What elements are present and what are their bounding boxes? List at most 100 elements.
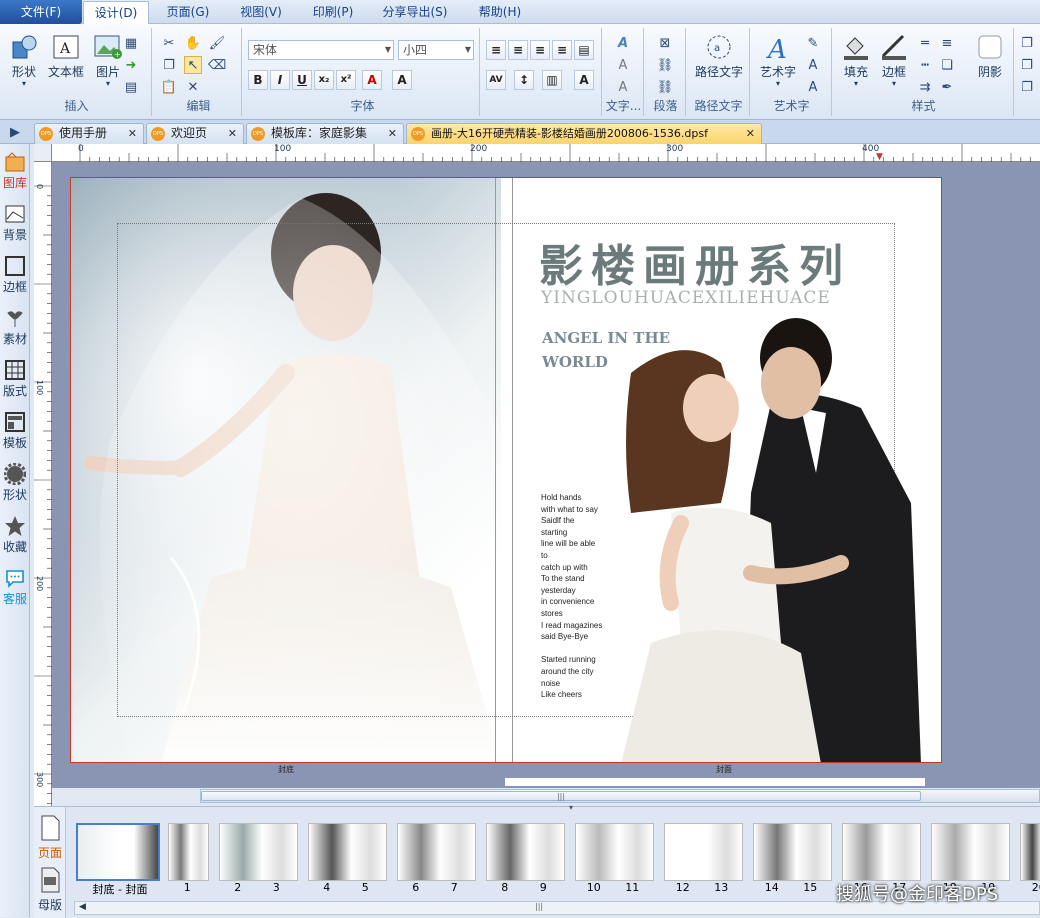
char-spacing-button[interactable]: AV — [486, 70, 506, 90]
more-icon-3[interactable]: ❐ — [1018, 78, 1036, 96]
more-icon-2[interactable]: ❐ — [1018, 56, 1036, 74]
underline-button[interactable]: U — [292, 70, 312, 90]
copy-icon[interactable]: ❐ — [160, 56, 178, 74]
dash-style-icon[interactable]: ┅ — [916, 56, 934, 74]
line-weight-icon[interactable]: ≡ — [938, 34, 956, 52]
subscript-button[interactable]: x₂ — [314, 70, 334, 90]
layer-icon[interactable]: ❏ — [938, 56, 956, 74]
columns-button[interactable]: ▥ — [542, 70, 562, 90]
pen-icon[interactable]: ✒ — [938, 78, 956, 96]
horizontal-scrollbar[interactable]: ||| — [200, 789, 1040, 803]
arttext-button[interactable]: A 艺术字▾ — [756, 32, 800, 96]
grid-icon[interactable]: ▤ — [122, 78, 140, 96]
superscript-button[interactable]: x² — [336, 70, 356, 90]
shadow-button[interactable]: 阴影 — [970, 32, 1010, 96]
sidebar-item-support[interactable]: 客服 — [0, 564, 30, 614]
tab-current-document[interactable]: DPS画册-大16开硬壳精装-影楼结婚画册200806-1536.dpsf✕ — [406, 123, 762, 144]
scrollbar-grip[interactable]: ||| — [535, 902, 543, 911]
textbox-fit-button[interactable]: A — [574, 70, 594, 90]
thumbnail-spread[interactable] — [664, 823, 743, 881]
bold-button[interactable]: B — [248, 70, 268, 90]
cover-spread[interactable]: 影楼画册系列 YINGLOUHUACEXILIEHUACE ANGEL IN T… — [70, 177, 942, 763]
tab-manual[interactable]: DPS使用手册✕ — [34, 123, 144, 144]
collapse-arrow-icon[interactable]: ▾ — [569, 803, 573, 812]
menu-page[interactable]: 页面(G) — [156, 0, 220, 24]
menu-print[interactable]: 印刷(P) — [301, 0, 365, 24]
text-effect-icon[interactable]: A — [614, 78, 632, 96]
thumbnail-spread[interactable] — [219, 823, 298, 881]
thumbnail-cover[interactable] — [76, 823, 160, 881]
arttext-fill-icon[interactable]: A — [804, 56, 822, 74]
font-grow-button[interactable]: A — [392, 70, 412, 90]
unlink-icon[interactable]: ⛓ — [656, 78, 674, 96]
cover-poem[interactable]: Hold handswith what to saySaidlf thestar… — [541, 492, 602, 701]
sidebar-item-shapes[interactable]: 形状 — [0, 460, 30, 510]
thumbnail-spread[interactable] — [931, 823, 1010, 881]
pages-tab-button[interactable]: 页面 — [36, 815, 64, 861]
arttext-edit-icon[interactable]: ✎ — [804, 34, 822, 52]
distribute-button[interactable]: ▤ — [574, 40, 594, 60]
design-canvas[interactable]: 影楼画册系列 YINGLOUHUACEXILIEHUACE ANGEL IN T… — [52, 162, 1040, 788]
eraser-icon[interactable]: ⌫ — [208, 56, 226, 74]
italic-button[interactable]: I — [270, 70, 290, 90]
sidebar-item-background[interactable]: 背景 — [0, 200, 30, 250]
align-center-button[interactable]: ≡ — [508, 40, 528, 60]
select-icon[interactable]: ↖ — [184, 56, 202, 74]
sidebar-item-materials[interactable]: 素材 — [0, 304, 30, 354]
scroll-left-icon[interactable]: ◀ — [79, 902, 86, 912]
line-style-icon[interactable]: ═ — [916, 34, 934, 52]
sidebar-item-favorites[interactable]: 收藏 — [0, 512, 30, 562]
close-icon[interactable]: ✕ — [388, 124, 397, 143]
sidebar-item-library[interactable]: 图库 — [0, 148, 30, 198]
font-family-select[interactable]: 宋体▼ — [248, 40, 394, 60]
thumbnail-spread[interactable] — [168, 823, 209, 881]
panel-toggle-icon[interactable]: ▶ — [6, 123, 24, 141]
menu-share[interactable]: 分享导出(S) — [373, 0, 457, 24]
thumbnail-spread[interactable] — [308, 823, 387, 881]
arttext-shadow-icon[interactable]: A — [804, 78, 822, 96]
close-icon[interactable]: ✕ — [128, 124, 137, 143]
cover-subtitle[interactable]: YINGLOUHUACEXILIEHUACE — [541, 288, 831, 308]
sidebar-item-template[interactable]: 模板 — [0, 408, 30, 458]
shape-button[interactable]: 形状▾ — [4, 32, 44, 96]
arrow-style-icon[interactable]: ⇉ — [916, 78, 934, 96]
font-color-button[interactable]: A — [362, 70, 382, 90]
delete-icon[interactable]: ✕ — [184, 78, 202, 96]
arrow-icon[interactable]: ➜ — [122, 56, 140, 74]
border-button[interactable]: 边框▾ — [874, 32, 914, 96]
fill-button[interactable]: 填充▾ — [836, 32, 876, 96]
text-outline-icon[interactable]: A — [614, 56, 632, 74]
paste-icon[interactable]: 📋 — [160, 78, 178, 96]
thumbnail-spread[interactable] — [397, 823, 476, 881]
menu-view[interactable]: 视图(V) — [229, 0, 293, 24]
textbox-button[interactable]: A 文本框 — [44, 32, 88, 96]
tab-template-library[interactable]: DPS模板库：家庭影集✕ — [246, 123, 404, 144]
master-tab-button[interactable]: 母版 — [36, 867, 64, 913]
scrollbar-thumb[interactable]: ||| — [201, 791, 921, 801]
format-painter-icon[interactable]: 🖌 — [208, 34, 226, 52]
paragraph-icon[interactable]: ⊠ — [656, 34, 674, 52]
tab-welcome[interactable]: DPS欢迎页✕ — [146, 123, 244, 144]
thumbnail-spread[interactable] — [842, 823, 921, 881]
font-size-select[interactable]: 小四▼ — [398, 40, 474, 60]
close-icon[interactable]: ✕ — [746, 124, 755, 143]
menu-design[interactable]: 设计(D) — [83, 1, 149, 25]
align-left-button[interactable]: ≡ — [486, 40, 506, 60]
table-icon[interactable]: ▦ — [122, 34, 140, 52]
ruler-marker-icon[interactable]: ▼ — [876, 152, 883, 162]
couple-photo[interactable] — [601, 313, 921, 763]
align-right-button[interactable]: ≡ — [530, 40, 550, 60]
more-icon[interactable]: ❐ — [1018, 34, 1036, 52]
thumbnail-spread[interactable] — [753, 823, 832, 881]
link-icon[interactable]: ⛓ — [656, 56, 674, 74]
cover-title[interactable]: 影楼画册系列 — [539, 230, 851, 294]
pathtext-button[interactable]: a 路径文字 — [692, 32, 746, 96]
text-style-icon[interactable]: A — [614, 34, 632, 52]
menu-file[interactable]: 文件(F) — [0, 0, 82, 24]
justify-button[interactable]: ≡ — [552, 40, 572, 60]
sidebar-item-layout[interactable]: 版式 — [0, 356, 30, 406]
hand-icon[interactable]: ✋ — [184, 34, 202, 52]
thumbnail-spread[interactable] — [575, 823, 654, 881]
cut-icon[interactable]: ✂ — [160, 34, 178, 52]
thumbnail-spread[interactable] — [486, 823, 565, 881]
